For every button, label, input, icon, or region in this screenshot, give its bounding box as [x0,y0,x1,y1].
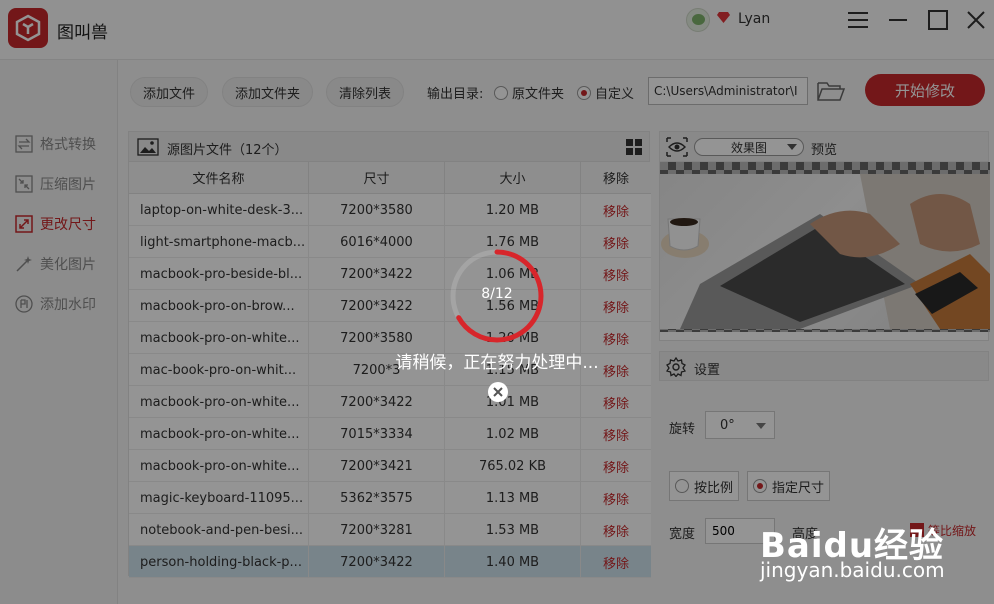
processing-message: 请稍候，正在努力处理中... [395,353,599,373]
watermark-url: jingyan.baidu.com [760,558,945,582]
baidu-watermark: Baidu经验 jingyan.baidu.com [760,500,990,590]
progress-count: 8/12 [481,286,513,302]
cancel-close-icon[interactable] [487,381,509,403]
